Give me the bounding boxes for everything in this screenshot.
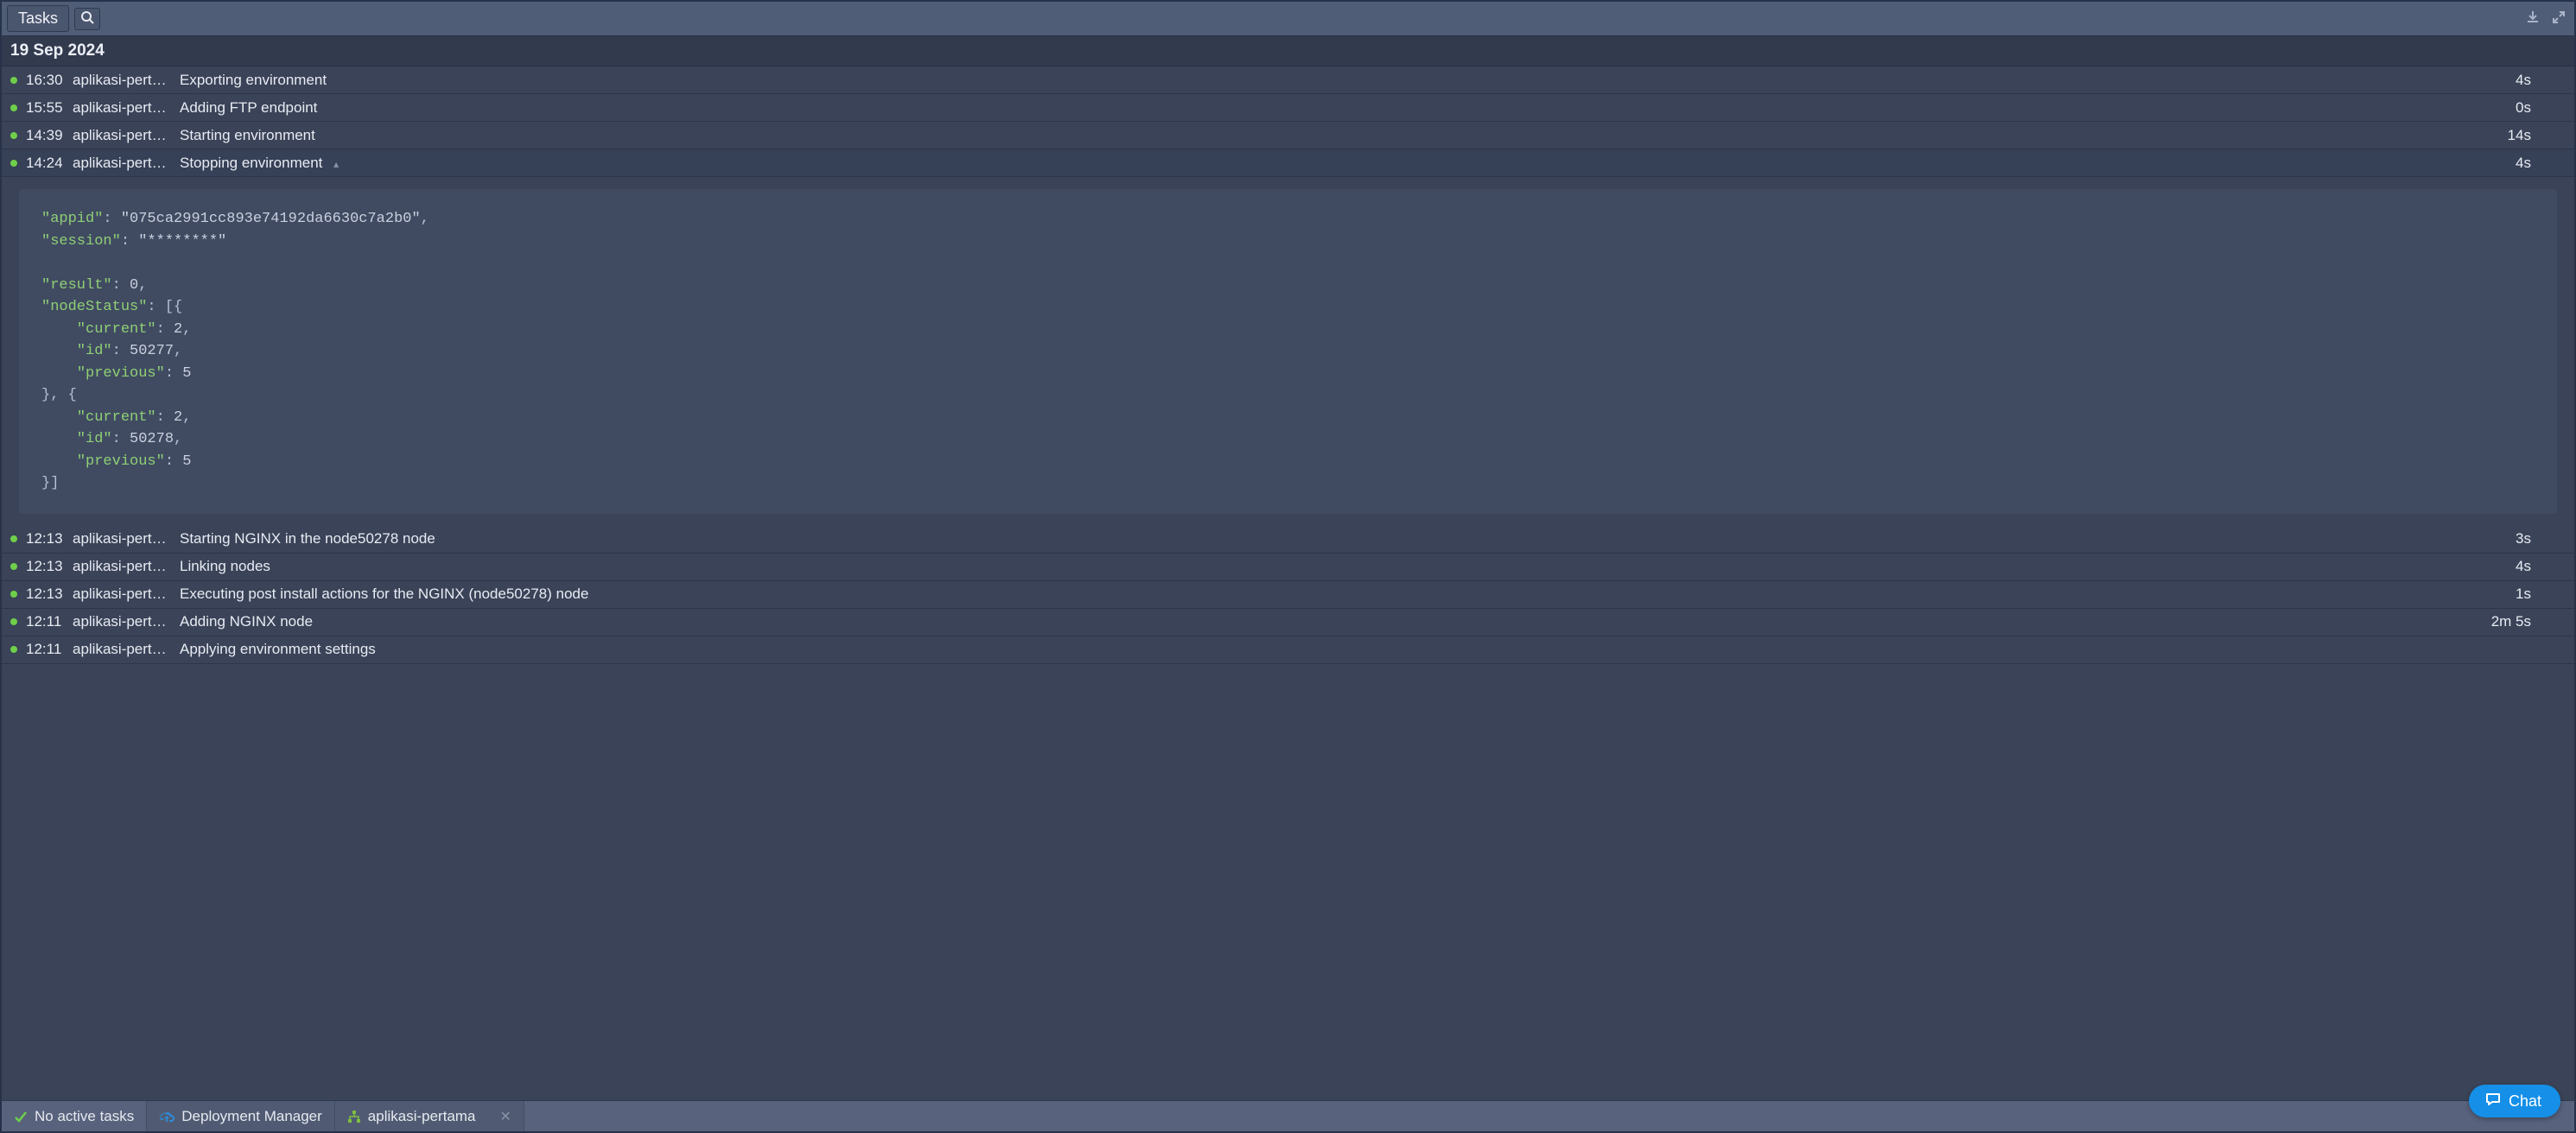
- chat-button[interactable]: Chat: [2469, 1085, 2560, 1117]
- task-row[interactable]: 12:13 aplikasi-perta… Starting NGINX in …: [2, 526, 2574, 554]
- status-dot-icon: [10, 77, 17, 84]
- task-row[interactable]: 15:55 aplikasi-perta… Adding FTP endpoin…: [2, 94, 2574, 122]
- status-dot-icon: [10, 160, 17, 167]
- task-app: aplikasi-perta…: [73, 530, 169, 548]
- status-dot-icon: [10, 104, 17, 111]
- tasks-panel: Tasks: [0, 0, 2576, 1133]
- task-description: Starting NGINX in the node50278 node: [180, 530, 2488, 548]
- task-detail-json: "appid": "075ca2991cc893e74192da6630c7a2…: [19, 189, 2557, 514]
- task-description: Adding FTP endpoint: [180, 99, 2488, 117]
- chat-icon: [2484, 1091, 2502, 1112]
- status-deployment-manager[interactable]: Deployment Manager: [147, 1101, 335, 1131]
- search-icon: [80, 10, 94, 27]
- task-app: aplikasi-perta…: [73, 585, 169, 603]
- task-duration: 1s: [2488, 585, 2566, 603]
- maximize-button[interactable]: [2548, 9, 2569, 29]
- task-app: aplikasi-perta…: [73, 72, 169, 89]
- status-text: No active tasks: [35, 1108, 134, 1125]
- task-description: Adding NGINX node: [180, 613, 2488, 630]
- task-time: 12:13: [26, 558, 73, 575]
- status-dot-icon: [10, 646, 17, 653]
- close-tab-button[interactable]: ✕: [500, 1108, 511, 1125]
- download-button[interactable]: [2522, 9, 2543, 29]
- task-description: Executing post install actions for the N…: [180, 585, 2488, 603]
- task-time: 12:11: [26, 641, 73, 658]
- task-app: aplikasi-perta…: [73, 99, 169, 117]
- task-row[interactable]: 16:30 aplikasi-perta… Exporting environm…: [2, 66, 2574, 94]
- check-icon: [14, 1110, 28, 1124]
- date-group-header: 19 Sep 2024: [2, 36, 2574, 66]
- task-duration: 4s: [2488, 558, 2566, 575]
- status-dot-icon: [10, 618, 17, 625]
- status-text: aplikasi-pertama: [368, 1108, 476, 1125]
- task-row[interactable]: 12:13 aplikasi-perta… Linking nodes 4s: [2, 554, 2574, 581]
- task-app: aplikasi-perta…: [73, 155, 169, 172]
- tasks-tab[interactable]: Tasks: [7, 5, 69, 33]
- task-description: Linking nodes: [180, 558, 2488, 575]
- statusbar: No active tasks Deployment Manager apl: [2, 1100, 2574, 1131]
- task-app: aplikasi-perta…: [73, 613, 169, 630]
- status-app-tab[interactable]: aplikasi-pertama ✕: [335, 1101, 524, 1131]
- nodes-icon: [347, 1110, 361, 1124]
- task-time: 15:55: [26, 99, 73, 117]
- expand-icon: [2553, 9, 2565, 28]
- status-dot-icon: [10, 535, 17, 542]
- task-description: Exporting environment: [180, 72, 2488, 89]
- task-time: 14:24: [26, 155, 73, 172]
- status-dot-icon: [10, 591, 17, 598]
- task-description: Stopping environment ▴: [180, 155, 2488, 172]
- task-app: aplikasi-perta…: [73, 558, 169, 575]
- status-dot-icon: [10, 563, 17, 570]
- search-button[interactable]: [74, 8, 100, 30]
- task-description: Applying environment settings: [180, 641, 2488, 658]
- download-icon: [2526, 9, 2540, 28]
- tasks-body[interactable]: 19 Sep 2024 16:30 aplikasi-perta… Export…: [2, 36, 2574, 1100]
- status-text: Deployment Manager: [181, 1108, 322, 1125]
- collapse-icon: ▴: [333, 158, 339, 170]
- task-duration: 4s: [2488, 72, 2566, 89]
- task-time: 16:30: [26, 72, 73, 89]
- task-app: aplikasi-perta…: [73, 127, 169, 144]
- close-icon: ✕: [500, 1110, 511, 1124]
- status-dot-icon: [10, 132, 17, 139]
- task-row[interactable]: 12:11 aplikasi-perta… Adding NGINX node …: [2, 609, 2574, 636]
- status-no-active-tasks: No active tasks: [2, 1101, 147, 1131]
- task-row[interactable]: 14:24 aplikasi-perta… Stopping environme…: [2, 149, 2574, 177]
- task-time: 12:13: [26, 585, 73, 603]
- chat-label: Chat: [2509, 1092, 2541, 1111]
- task-time: 14:39: [26, 127, 73, 144]
- task-row[interactable]: 14:39 aplikasi-perta… Starting environme…: [2, 122, 2574, 149]
- task-time: 12:13: [26, 530, 73, 548]
- task-time: 12:11: [26, 613, 73, 630]
- task-duration: 3s: [2488, 530, 2566, 548]
- cloud-upload-icon: [159, 1110, 174, 1124]
- task-duration: 14s: [2488, 127, 2566, 144]
- toolbar: Tasks: [2, 2, 2574, 36]
- task-app: aplikasi-perta…: [73, 641, 169, 658]
- task-duration: 4s: [2488, 155, 2566, 172]
- task-duration: 0s: [2488, 99, 2566, 117]
- task-row[interactable]: 12:11 aplikasi-perta… Applying environme…: [2, 636, 2574, 664]
- task-duration: 2m 5s: [2488, 613, 2566, 630]
- task-description: Starting environment: [180, 127, 2488, 144]
- task-row[interactable]: 12:13 aplikasi-perta… Executing post ins…: [2, 581, 2574, 609]
